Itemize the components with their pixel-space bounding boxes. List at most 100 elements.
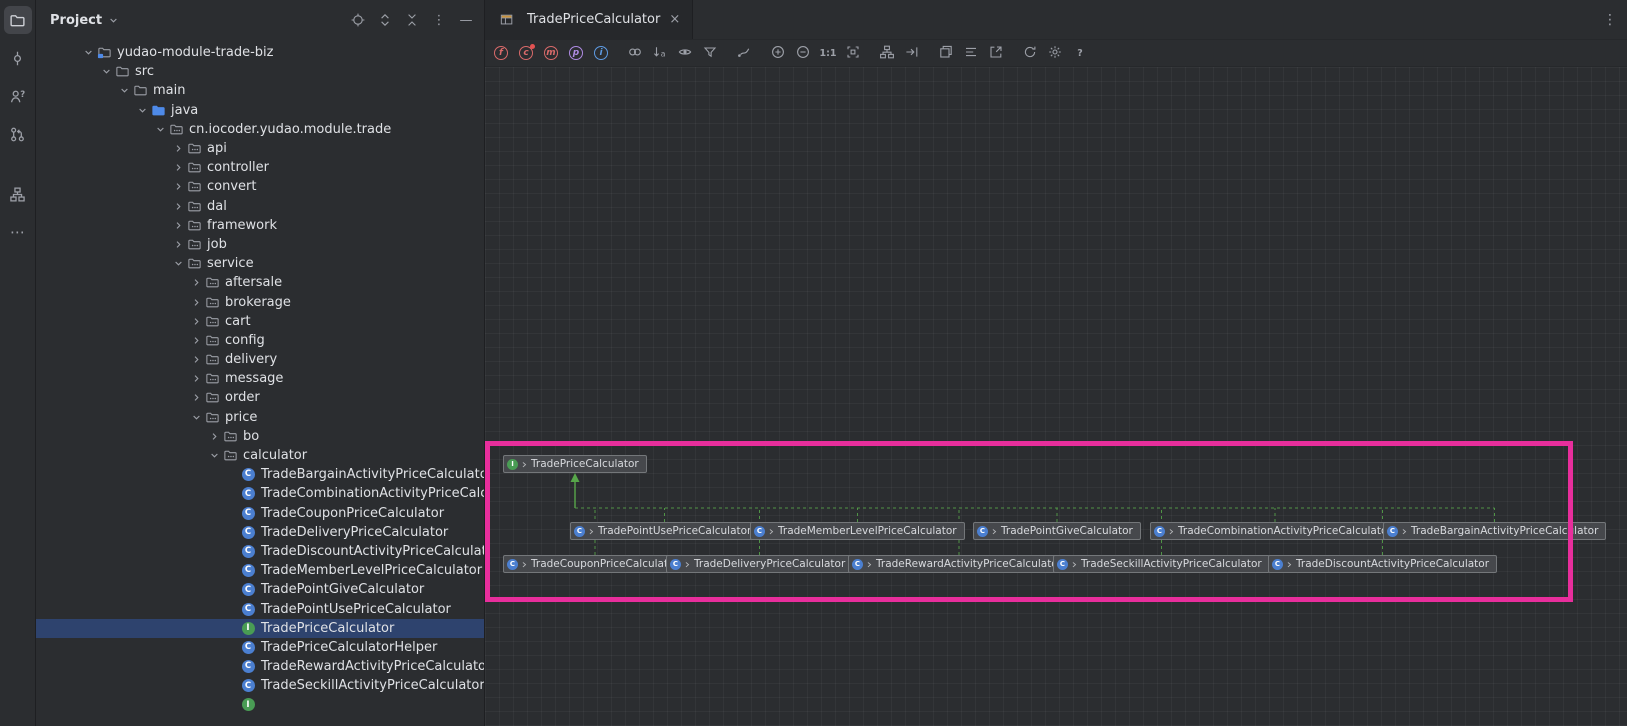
tree-item[interactable]: config bbox=[36, 331, 484, 350]
tree-chevron-icon[interactable] bbox=[188, 372, 204, 385]
structure-icon[interactable] bbox=[4, 180, 32, 208]
zoom-out-button[interactable] bbox=[795, 45, 811, 61]
diagram-node-parent[interactable]: ITradePriceCalculator bbox=[503, 455, 647, 473]
tree-item[interactable]: price bbox=[36, 408, 484, 427]
tree-chevron-icon[interactable] bbox=[170, 238, 186, 251]
tree-item[interactable]: dal bbox=[36, 197, 484, 216]
tree-chevron-icon[interactable] bbox=[188, 391, 204, 404]
tree-chevron-icon[interactable] bbox=[98, 65, 114, 78]
tree-item[interactable]: job bbox=[36, 235, 484, 254]
tree-item[interactable]: bo bbox=[36, 427, 484, 446]
tree-item[interactable]: order bbox=[36, 388, 484, 407]
tree-chevron-icon[interactable] bbox=[134, 104, 150, 117]
zoom-in-button[interactable] bbox=[770, 45, 786, 61]
sort-alphabetically-button[interactable]: a bbox=[652, 45, 668, 61]
diagram-node[interactable]: CTradeSeckillActivityPriceCalculator bbox=[1053, 555, 1270, 573]
diagram-node[interactable]: CTradeDiscountActivityPriceCalculator bbox=[1268, 555, 1497, 573]
diagram-node[interactable]: CTradeRewardActivityPriceCalculator bbox=[848, 555, 1070, 573]
tree-chevron-icon[interactable] bbox=[188, 411, 204, 424]
tree-item[interactable]: ITradePriceCalculator bbox=[36, 619, 484, 638]
filter-button[interactable] bbox=[702, 45, 718, 61]
tree-item[interactable]: cart bbox=[36, 312, 484, 331]
properties-visibility-button[interactable]: p bbox=[568, 45, 584, 61]
diagram-node[interactable]: CTradeCombinationActivityPriceCalculator bbox=[1150, 522, 1400, 540]
tree-chevron-icon[interactable] bbox=[188, 315, 204, 328]
show-edge-creation-button[interactable] bbox=[736, 45, 752, 61]
tree-chevron-icon[interactable] bbox=[116, 84, 132, 97]
tree-chevron-icon[interactable] bbox=[188, 296, 204, 309]
tree-item[interactable]: CTradeRewardActivityPriceCalculator bbox=[36, 657, 484, 676]
tree-item[interactable]: yudao-module-trade-biz bbox=[36, 43, 484, 62]
route-edges-button[interactable] bbox=[904, 45, 920, 61]
diagram-canvas[interactable]: ITradePriceCalculator CTradePointUsePrice… bbox=[485, 67, 1627, 726]
tree-chevron-icon[interactable] bbox=[188, 276, 204, 289]
tree-item[interactable]: java bbox=[36, 101, 484, 120]
tree-item[interactable]: aftersale bbox=[36, 273, 484, 292]
tree-item[interactable]: message bbox=[36, 369, 484, 388]
tree-item[interactable]: CTradeCouponPriceCalculator bbox=[36, 504, 484, 523]
account-help-icon[interactable]: ? bbox=[4, 82, 32, 110]
constructors-visibility-button[interactable]: c bbox=[518, 45, 534, 61]
commit-icon[interactable] bbox=[4, 44, 32, 72]
diagram-node[interactable]: CTradeMemberLevelPriceCalculator bbox=[750, 522, 965, 540]
show-dependencies-button[interactable] bbox=[627, 45, 643, 61]
apply-layout-button[interactable] bbox=[879, 45, 895, 61]
diagram-node[interactable]: CTradePointUsePriceCalculator bbox=[570, 522, 759, 540]
tree-chevron-icon[interactable] bbox=[170, 142, 186, 155]
diagram-node[interactable]: CTradePointGiveCalculator bbox=[973, 522, 1141, 540]
tree-chevron-icon[interactable] bbox=[170, 180, 186, 193]
expand-all-icon[interactable] bbox=[377, 12, 393, 28]
editor-options-kebab-icon[interactable]: ⋮ bbox=[1603, 0, 1617, 40]
close-tab-icon[interactable]: × bbox=[667, 12, 682, 27]
tree-item[interactable]: CTradePointGiveCalculator bbox=[36, 580, 484, 599]
tree-item[interactable]: CTradePriceCalculatorHelper bbox=[36, 638, 484, 657]
tree-item[interactable]: I bbox=[36, 695, 484, 714]
tree-item[interactable]: CTradePointUsePriceCalculator bbox=[36, 599, 484, 618]
tree-chevron-icon[interactable] bbox=[152, 123, 168, 136]
project-icon[interactable] bbox=[4, 6, 32, 34]
tree-item[interactable]: brokerage bbox=[36, 292, 484, 311]
fit-content-button[interactable] bbox=[845, 45, 861, 61]
fields-visibility-button[interactable]: f bbox=[493, 45, 509, 61]
tree-chevron-icon[interactable] bbox=[80, 46, 96, 59]
tree-item[interactable]: CTradeDeliveryPriceCalculator bbox=[36, 523, 484, 542]
tree-chevron-icon[interactable] bbox=[170, 257, 186, 270]
tree-item[interactable]: CTradeDiscountActivityPriceCalculator bbox=[36, 542, 484, 561]
tree-item[interactable]: calculator bbox=[36, 446, 484, 465]
tree-chevron-icon[interactable] bbox=[188, 353, 204, 366]
project-tree[interactable]: yudao-module-trade-bizsrcmainjavacn.ioco… bbox=[36, 40, 484, 726]
diagram-node[interactable]: CTradeBargainActivityPriceCalculator bbox=[1383, 522, 1606, 540]
diagram-node[interactable]: CTradeCouponPriceCalculator bbox=[503, 555, 687, 573]
more-tool-windows-icon[interactable]: ⋯ bbox=[4, 218, 32, 246]
tree-chevron-icon[interactable] bbox=[206, 430, 222, 443]
tree-chevron-icon[interactable] bbox=[170, 200, 186, 213]
tree-item[interactable]: CTradeCombinationActivityPriceCalculator bbox=[36, 484, 484, 503]
project-panel-title[interactable]: Project bbox=[50, 13, 102, 28]
change-visibility-level-button[interactable] bbox=[677, 45, 693, 61]
tree-item[interactable]: CTradeMemberLevelPriceCalculator bbox=[36, 561, 484, 580]
tree-item[interactable]: controller bbox=[36, 158, 484, 177]
methods-visibility-button[interactable]: m bbox=[543, 45, 559, 61]
locate-file-icon[interactable] bbox=[350, 12, 366, 28]
diagram-settings-button[interactable] bbox=[1047, 45, 1063, 61]
diagram-node[interactable]: CTradeDeliveryPriceCalculator bbox=[666, 555, 853, 573]
help-button[interactable]: ? bbox=[1072, 45, 1088, 61]
tree-item[interactable]: CTradeBargainActivityPriceCalculator bbox=[36, 465, 484, 484]
tree-item[interactable]: api bbox=[36, 139, 484, 158]
tree-chevron-icon[interactable] bbox=[170, 161, 186, 174]
hide-panel-icon[interactable]: — bbox=[458, 12, 474, 28]
refresh-diagram-button[interactable] bbox=[1022, 45, 1038, 61]
tree-item[interactable]: delivery bbox=[36, 350, 484, 369]
tree-chevron-icon[interactable] bbox=[188, 334, 204, 347]
diagram-elements-list-button[interactable] bbox=[963, 45, 979, 61]
tree-item[interactable]: CTradeSeckillActivityPriceCalculator bbox=[36, 676, 484, 695]
inner-classes-visibility-button[interactable]: i bbox=[593, 45, 609, 61]
tab-tradepricecalculator[interactable]: TradePriceCalculator × bbox=[485, 0, 693, 39]
pull-requests-icon[interactable] bbox=[4, 120, 32, 148]
export-diagram-button[interactable] bbox=[988, 45, 1004, 61]
tree-chevron-icon[interactable] bbox=[206, 449, 222, 462]
collapse-all-icon[interactable] bbox=[404, 12, 420, 28]
tree-item[interactable]: cn.iocoder.yudao.module.trade bbox=[36, 120, 484, 139]
tree-chevron-icon[interactable] bbox=[170, 219, 186, 232]
tree-item[interactable]: framework bbox=[36, 216, 484, 235]
